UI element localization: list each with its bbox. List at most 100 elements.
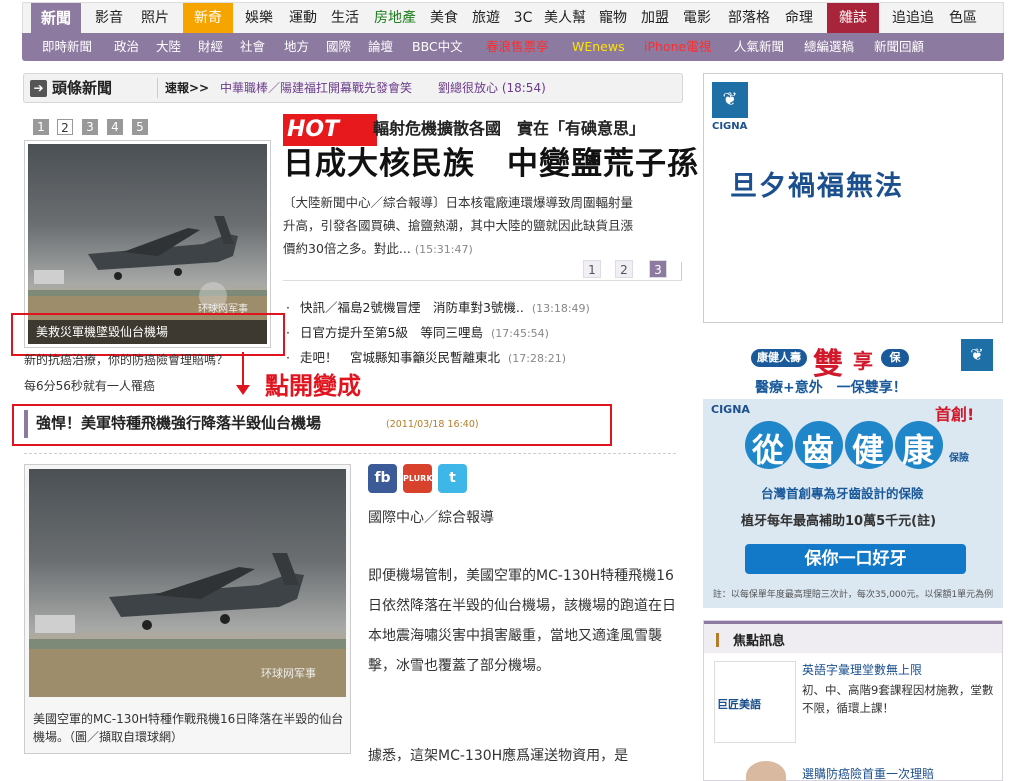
subnav-review[interactable]: 新聞回顧 xyxy=(874,33,924,61)
ad-insure: 保 xyxy=(881,349,909,367)
extra-line-1[interactable]: 新的抗癌治療，你的防癌險會理賠嗎？ xyxy=(24,351,228,368)
nav-novelty[interactable]: 新奇 xyxy=(183,3,233,34)
focus-item-2-title[interactable]: 選購防癌險首重一次理賠 xyxy=(802,765,934,781)
subnav-china[interactable]: 大陸 xyxy=(156,33,181,61)
ad-slogan-3: 健 xyxy=(852,431,885,469)
article-source: 國際中心／綜合報導 xyxy=(368,510,494,526)
facebook-share-button[interactable]: fb xyxy=(368,464,397,493)
ad-line: 醫療+意外 一保雙享！ xyxy=(755,380,907,396)
nav-franchise[interactable]: 加盟 xyxy=(635,3,675,34)
annotation-text: 點開變成 xyxy=(265,372,361,400)
subnav-international[interactable]: 國際 xyxy=(326,33,351,61)
subnav-bbc[interactable]: BBC中文 xyxy=(412,33,463,61)
nav-pets[interactable]: 寵物 xyxy=(593,3,633,34)
divider xyxy=(24,453,676,454)
plurk-share-button[interactable]: PLURK xyxy=(403,464,433,493)
nav-life[interactable]: 生活 xyxy=(325,3,365,34)
list-item[interactable]: · 快訊／福島2號機冒煙 消防車對3號機.. (13:18:49) xyxy=(286,297,590,316)
nav-color[interactable]: 色區 xyxy=(943,3,983,34)
focus-item-1-desc: 初、中、高階9套課程因材施教，堂數不限，循環上課！ xyxy=(802,683,994,715)
lead-line-3: 價約30倍之多。對此... xyxy=(283,241,411,256)
divider xyxy=(681,262,682,280)
ad-subsidy: 植牙每年最高補助10萬5千元(註) xyxy=(741,514,937,529)
nav-movies[interactable]: 電影 xyxy=(677,3,717,34)
nav-travel[interactable]: 旅遊 xyxy=(466,3,506,34)
story-title[interactable]: 日成大核民族 中變鹽荒子孫 xyxy=(283,144,699,184)
subnav-wenews[interactable]: WEnews xyxy=(572,33,625,61)
hot-label: HOT xyxy=(283,114,377,146)
slide-page-5[interactable]: 5 xyxy=(132,119,148,135)
subnav-forum[interactable]: 論壇 xyxy=(368,33,393,61)
nav-beauty[interactable]: 美人幫 xyxy=(539,3,591,34)
slide-page-4[interactable]: 4 xyxy=(107,119,123,135)
flash-link[interactable]: 中華職棒／陽建福扛開幕戰先發會笑 xyxy=(220,74,412,103)
focus-title: 焦點訊息 xyxy=(733,634,786,649)
slide-page-2[interactable]: 2 xyxy=(57,119,73,135)
header-bar xyxy=(716,633,719,647)
lead-line-1: 〔大陸新聞中心／綜合報導〕日本核電廠連環爆導致周圍輻射量 xyxy=(283,195,634,210)
twitter-share-button[interactable]: t xyxy=(438,464,467,493)
nav-sports[interactable]: 運動 xyxy=(283,3,323,34)
focus-thumb[interactable]: 巨匠美語 xyxy=(714,661,796,743)
slide-page-1[interactable]: 1 xyxy=(33,119,49,135)
nav-video[interactable]: 影音 xyxy=(87,3,131,34)
plane-photo-image: 环球网军事 xyxy=(29,469,346,697)
ad-slogan-1: 從 xyxy=(752,431,785,469)
story-subtitle[interactable]: 輻射危機擴散各國 實在「有碘意思」 xyxy=(373,115,645,139)
ad-slogan-2: 齒 xyxy=(802,431,835,469)
brand-cigna: CIGNA xyxy=(712,121,748,132)
nav-food[interactable]: 美食 xyxy=(425,3,463,34)
article-photo[interactable]: 环球网军事 美國空軍的MC-130H特種作戰飛機16日降落在半毀的仙台機場。（圖… xyxy=(24,464,351,754)
nav-blog[interactable]: 部落格 xyxy=(721,3,777,34)
watermark: 环球网军事 xyxy=(261,667,316,680)
subnav-editor[interactable]: 總編選稿 xyxy=(804,33,854,61)
ad-brand-top: 康健人壽 xyxy=(751,349,807,367)
ad-text: 旦夕禍福無法 xyxy=(730,171,904,202)
article-title-block: 強悍！美軍特種飛機強行降落半毀仙台機場 (2011/03/18 16:40) xyxy=(24,410,609,438)
focus-panel: 焦點訊息 巨匠美語 英語字彙理堂數無上限 初、中、高階9套課程因材施教，堂數不限… xyxy=(703,620,1003,781)
nav-fortune[interactable]: 命理 xyxy=(779,3,819,34)
extra-line-2[interactable]: 每6分56秒就有一人罹癌 xyxy=(24,377,155,394)
subnav-society[interactable]: 社會 xyxy=(240,33,265,61)
subnav-popular[interactable]: 人氣新聞 xyxy=(734,33,784,61)
tree-logo-icon: ❦ xyxy=(961,339,993,371)
nav-magazine[interactable]: 雜誌 xyxy=(827,3,879,34)
flash-label: 速報>> xyxy=(165,81,210,95)
list-item[interactable]: · 走吧！ 宮城縣知事籲災民暫離東北 (17:28:21) xyxy=(286,347,566,366)
nav-news[interactable]: 新聞 xyxy=(31,3,81,34)
subnav-politics[interactable]: 政治 xyxy=(114,33,139,61)
arrow-down-icon xyxy=(236,385,250,395)
flash-link-2[interactable]: 劉總很放心 (18:54) xyxy=(438,74,546,103)
plane-illustration xyxy=(29,553,346,697)
story-page-3[interactable]: 3 xyxy=(649,260,667,278)
story-page-1[interactable]: 1 xyxy=(583,260,601,278)
subnav-iphone-tv[interactable]: iPhone電視 xyxy=(644,33,711,61)
nav-3c[interactable]: 3C xyxy=(508,3,538,34)
ad-banner-cigna[interactable]: ❦ CIGNA 旦夕禍福無法 xyxy=(703,73,1003,323)
ad-cta-button[interactable]: 保你一口好牙 xyxy=(745,544,966,574)
focus-item-1-title[interactable]: 英語字彙理堂數無上限 xyxy=(802,661,922,678)
article-paragraph-1: 即便機場管制，美國空軍的MC-130H特種飛機16日依然降落在半毀的仙台機場，該… xyxy=(368,568,676,674)
slide-page-3[interactable]: 3 xyxy=(82,119,98,135)
article-photo-caption: 美國空軍的MC-130H特種作戰飛機16日降落在半毀的仙台機場。（圖／擷取自環球… xyxy=(33,712,344,744)
list-item[interactable]: · 日官方提升至第5級 等同三哩島 (17:45:54) xyxy=(286,322,549,341)
ad-small: 保險 xyxy=(949,453,969,464)
subnav-tickets[interactable]: 春浪售票亭 xyxy=(486,33,549,61)
sub-nav: 即時新聞 政治 大陸 財經 社會 地方 國際 論壇 BBC中文 春浪售票亭 WE… xyxy=(22,33,1004,61)
highlight-box-caption xyxy=(11,313,285,356)
subnav-local[interactable]: 地方 xyxy=(284,33,309,61)
article-title: 強悍！美軍特種飛機強行降落半毀仙台機場 xyxy=(36,414,322,432)
nav-realestate[interactable]: 房地產 xyxy=(367,3,423,34)
divider xyxy=(283,280,682,281)
nav-photos[interactable]: 照片 xyxy=(135,3,175,34)
subnav-realtime[interactable]: 即時新聞 xyxy=(42,33,92,61)
subnav-finance[interactable]: 財經 xyxy=(198,33,223,61)
ad-banner-dental[interactable]: 康健人壽 雙 享 保 醫療+意外 一保雙享！ ❦ CIGNA 首創! 從 齒 健… xyxy=(703,333,1003,608)
main-nav: 新聞 影音 照片 新奇 娛樂 運動 生活 房地產 美食 旅遊 3C 美人幫 寵物… xyxy=(22,2,1004,34)
headline-title: 頭條新聞 xyxy=(52,79,113,97)
story-page-2[interactable]: 2 xyxy=(615,260,633,278)
nav-track[interactable]: 追追追 xyxy=(885,3,941,34)
nav-entertainment[interactable]: 娛樂 xyxy=(239,3,279,34)
story-lead: 〔大陸新聞中心／綜合報導〕日本核電廠連環爆導致周圍輻射量 升高，引發各國買碘、搶… xyxy=(283,191,678,261)
focus-thumb-2[interactable] xyxy=(746,761,786,781)
